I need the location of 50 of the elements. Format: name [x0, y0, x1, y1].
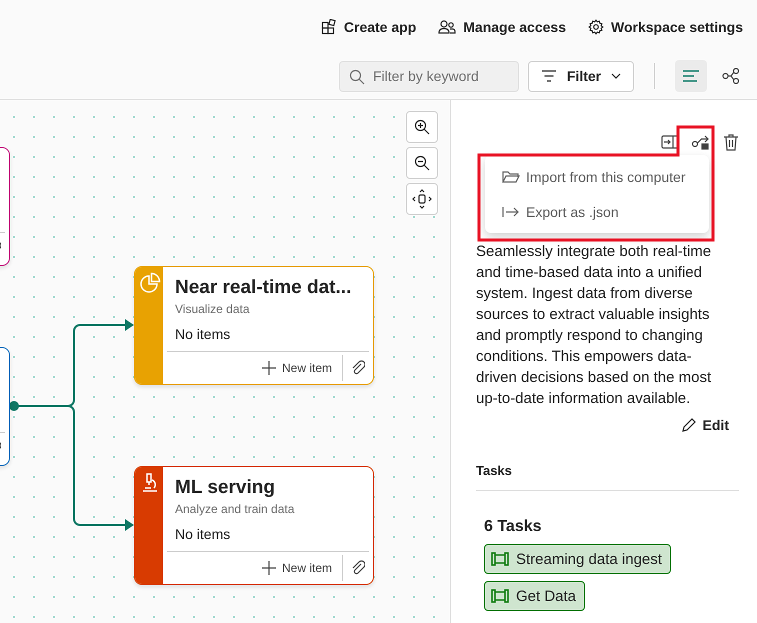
new-item-button[interactable]: New item	[262, 561, 342, 575]
header-action[interactable]: Create app	[320, 19, 416, 35]
paperclip-icon	[351, 360, 365, 376]
zoom-out-button[interactable]	[406, 147, 438, 179]
filter-icon	[540, 70, 557, 82]
export-icon	[502, 206, 520, 218]
trash-icon	[723, 133, 739, 151]
people-icon	[438, 19, 456, 35]
plus-icon	[262, 561, 276, 575]
pie-chart-icon	[139, 272, 161, 294]
graph-view-icon	[722, 68, 740, 84]
node-subtitle: Analyze and train data	[175, 502, 296, 516]
node-title: Near real-time dat...	[175, 277, 352, 299]
node-status: No items	[175, 326, 232, 342]
header-action[interactable]: Manage access	[438, 19, 566, 35]
task-count: 6 Tasks	[484, 518, 543, 536]
search-field[interactable]: Filter by keyword	[339, 60, 519, 92]
fit-view-button[interactable]	[406, 183, 438, 215]
node-card[interactable]: ML serving Analyze and train data No items New item	[134, 466, 374, 585]
task-icon	[491, 588, 509, 604]
node-subtitle: Visualize data	[175, 302, 250, 316]
tasks-heading: Tasks	[476, 463, 739, 491]
fit-view-icon	[412, 189, 432, 209]
task-chip[interactable]: Streaming data ingest	[484, 544, 671, 574]
node-status: No items	[175, 526, 232, 542]
filter-button[interactable]: Filter	[528, 60, 634, 92]
view-toggle[interactable]	[675, 60, 707, 92]
zoom-out-icon	[414, 155, 430, 171]
description-text: Seamlessly integrate both real-time and time-based data into a unified system. Ingest data from diverse sources to extract valuable insights and promptly respond to changing conditions. This empowers data-driven decisions based on the most up-to-date information available.	[476, 242, 712, 409]
menu-item[interactable]: Export as .json	[485, 194, 709, 229]
settings-icon	[588, 19, 604, 35]
task-chip[interactable]: Get Data	[484, 581, 586, 611]
list-view-icon	[682, 69, 700, 83]
paperclip-icon	[351, 560, 365, 576]
edit-button[interactable]: Edit	[680, 417, 729, 433]
new-item-button[interactable]: New item	[262, 361, 342, 375]
plus-icon	[262, 361, 276, 375]
chevron-icon	[611, 73, 622, 79]
node-card[interactable]: Near real-time dat... Visualize data No items New item	[134, 266, 374, 385]
zoom-in-button[interactable]	[406, 111, 438, 143]
header-action[interactable]: Workspace settings	[588, 19, 743, 35]
share-icon	[691, 133, 711, 151]
panel-icon	[661, 134, 679, 150]
folder-icon	[502, 170, 520, 184]
menu-item[interactable]: Import from this computer	[485, 159, 709, 194]
node-title: ML serving	[175, 477, 276, 499]
pencil-icon	[680, 417, 697, 433]
apps-icon	[320, 19, 337, 35]
zoom-in-icon	[414, 119, 430, 135]
task-icon	[491, 551, 509, 567]
